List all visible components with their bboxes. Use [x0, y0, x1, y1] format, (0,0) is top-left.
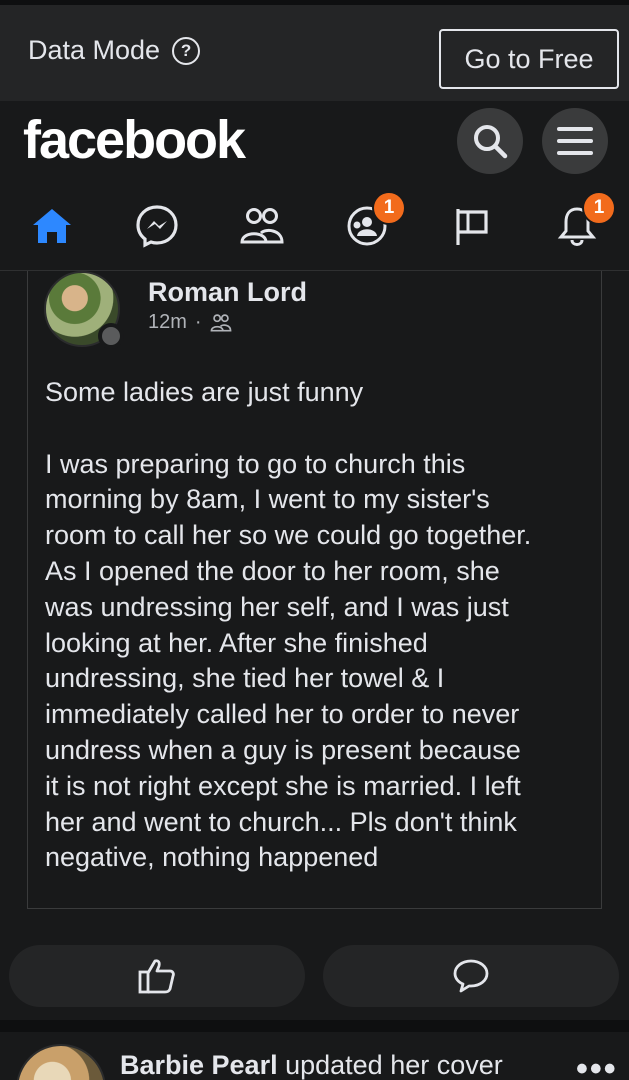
like-icon [138, 959, 175, 994]
post-time[interactable]: 12m [148, 311, 187, 334]
more-options-icon[interactable]: ••• [576, 1050, 618, 1080]
nav-friends[interactable] [237, 196, 287, 256]
home-icon [33, 209, 71, 243]
friends-icon [240, 208, 284, 244]
notifications-badge: 1 [582, 191, 616, 225]
post-separator [0, 1020, 629, 1032]
nav-pages[interactable] [447, 196, 497, 256]
help-icon[interactable]: ? [172, 36, 201, 65]
next-post-action: updated her cover [277, 1050, 503, 1080]
online-status-indicator [98, 323, 124, 349]
flag-icon [456, 209, 488, 245]
avatar[interactable] [16, 1044, 106, 1080]
next-post-author[interactable]: Barbie Pearl [120, 1050, 278, 1080]
like-button[interactable] [9, 945, 305, 1007]
data-mode-label[interactable]: Data Mode ? [28, 35, 201, 66]
search-button[interactable] [457, 108, 523, 174]
post-card: Roman Lord 12m · Some ladies are just fu… [27, 271, 602, 909]
menu-icon [557, 127, 593, 155]
data-mode-text: Data Mode [28, 35, 161, 65]
nav-bar: 1 1 [0, 191, 629, 256]
messenger-icon [136, 205, 178, 248]
go-to-free-button[interactable]: Go to Free [439, 29, 619, 89]
post-body-text: Some ladies are just funny I was prepari… [45, 377, 532, 873]
post-author[interactable]: Roman Lord [148, 277, 307, 308]
comment-icon [453, 959, 489, 993]
friends-icon [210, 313, 231, 331]
facebook-logo[interactable]: facebook [23, 109, 246, 171]
nav-notifications[interactable]: 1 [552, 191, 616, 256]
meta-separator: · [194, 311, 202, 333]
groups-badge: 1 [372, 191, 406, 225]
nav-groups[interactable]: 1 [342, 191, 406, 256]
search-icon [474, 125, 508, 159]
data-mode-bar: Data Mode ? Go to Free [0, 0, 629, 101]
menu-button[interactable] [542, 108, 608, 174]
nav-home[interactable] [27, 196, 77, 256]
nav-messenger[interactable] [132, 196, 182, 256]
top-bar: facebook 1 1 [0, 101, 629, 271]
post-meta: 12m · [148, 311, 232, 334]
next-post-header: Barbie Pearl updated her cover [120, 1050, 503, 1080]
comment-button[interactable] [323, 945, 619, 1007]
